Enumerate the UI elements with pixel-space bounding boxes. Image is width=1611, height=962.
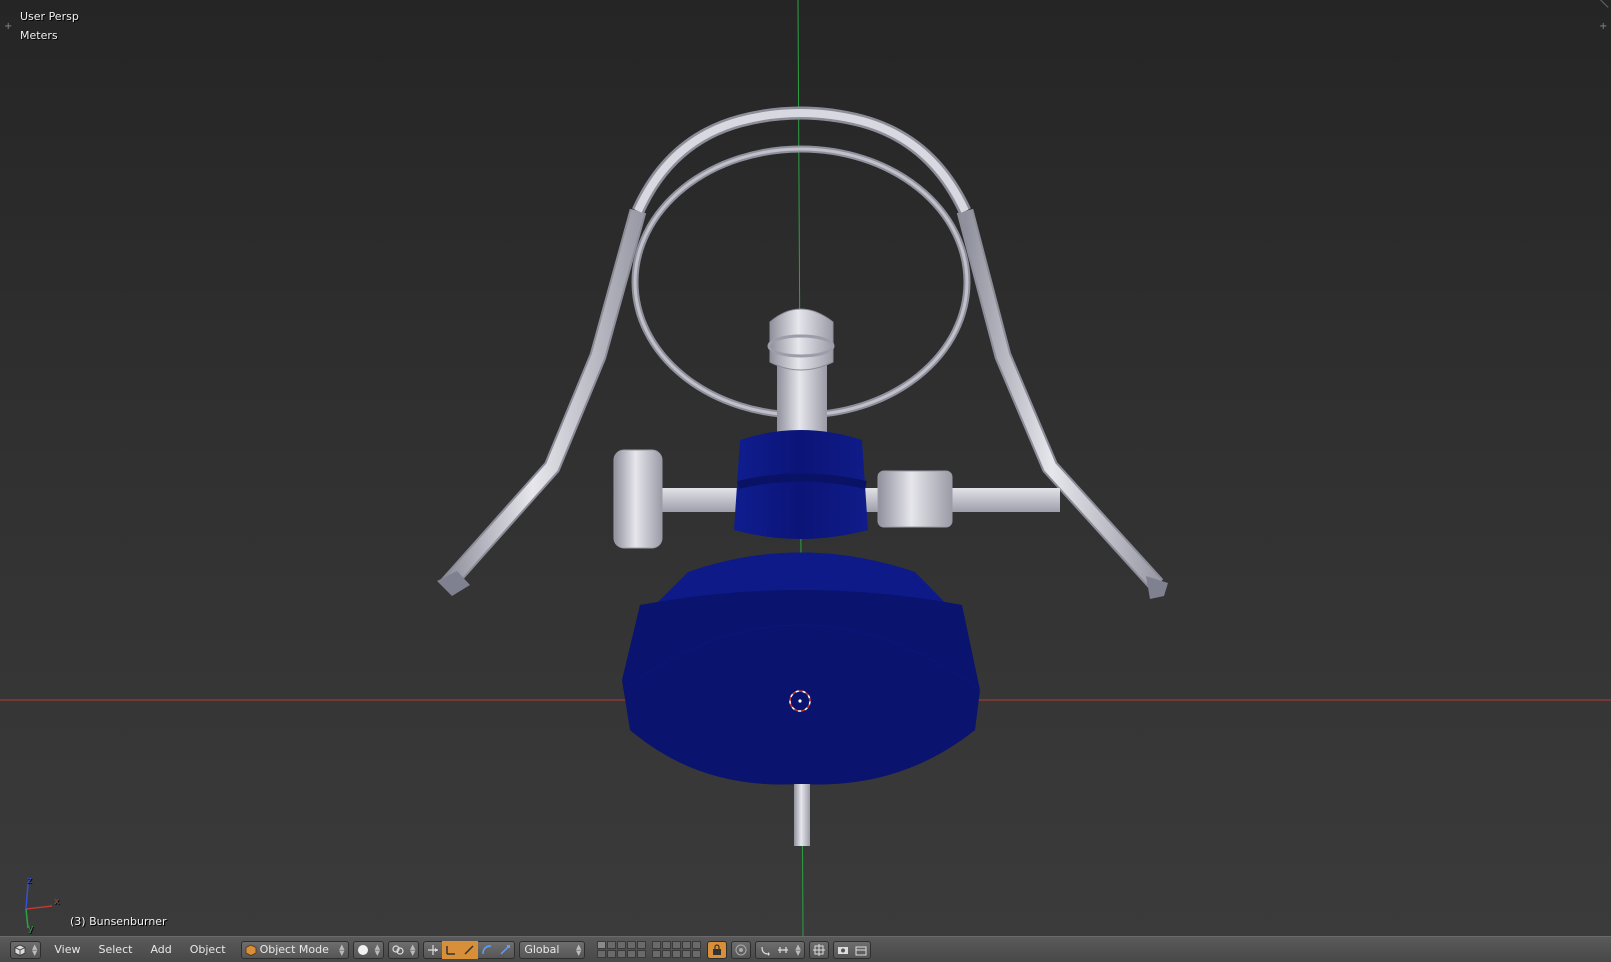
chevron-updown-icon: ▲ ▼ [575,942,582,957]
layer-buttons-group-2[interactable] [652,941,702,958]
layer-button[interactable] [672,941,682,949]
side-rod-right-knob [877,470,953,528]
snap-target-icon [810,941,828,959]
bottom-tube [794,784,810,846]
rotate-icon[interactable] [460,940,479,959]
layer-button[interactable] [652,941,662,949]
menu-view[interactable]: View [45,943,89,956]
lock-layer-icon [708,941,726,959]
editor-type-selector[interactable]: ▲ ▼ [10,940,42,959]
chevron-updown-icon: ▲ ▼ [339,942,345,957]
scale-icon[interactable] [478,941,496,959]
menu-select[interactable]: Select [90,943,142,956]
gizmo-x-label: x [54,897,60,907]
layer-button[interactable] [662,941,672,949]
layer-button[interactable] [607,941,617,949]
layer-button[interactable] [682,950,692,958]
transform-axis-icon[interactable] [496,941,514,959]
chevron-updown-icon: ▲ ▼ [374,942,380,957]
proportional-edit-icon [732,941,750,959]
layer-button[interactable] [652,950,662,958]
proportional-edit-button[interactable] [731,940,752,959]
viewport-header: ▲ ▼ View Select Add Object Object Mode ▲ ▼… [0,936,1611,962]
burner-base [622,590,980,785]
active-object-label: (3) Bunsenburner [70,915,167,928]
layer-button[interactable] [692,941,702,949]
layer-button[interactable] [597,941,607,949]
layer-button[interactable] [682,941,692,949]
viewport-shading-selector[interactable]: ▲ ▼ [352,940,384,959]
layer-button[interactable] [607,950,617,958]
orientation-label: Global [524,943,560,956]
menu-object[interactable]: Object [181,943,235,956]
layer-button[interactable] [627,941,637,949]
layer-button[interactable] [692,950,702,958]
lock-layer-button[interactable] [707,940,728,959]
region-split-corner-right[interactable]: + [1599,22,1607,32]
gizmo-z-label: z [27,876,32,886]
layer-button[interactable] [662,950,672,958]
3d-view-icon [11,941,29,959]
snap-target-button[interactable] [808,940,829,959]
layer-button[interactable] [617,950,627,958]
solid-sphere-icon [354,941,372,959]
snap-group: ▲ ▼ [755,940,805,959]
layer-button[interactable] [637,950,647,958]
render-buttons [832,940,871,959]
layer-button[interactable] [637,941,647,949]
3d-viewport[interactable]: + + User Persp Meters (3) Bunsenburner x… [0,0,1611,936]
render-opengl-icon[interactable] [834,941,852,959]
snap-icon[interactable] [756,941,774,959]
manipulator-group [423,940,516,959]
mode-selector[interactable]: Object Mode ▲ ▼ [240,940,349,959]
pivot-point-selector[interactable]: ▲ ▼ [387,940,420,959]
chevron-updown-icon: ▲ ▼ [409,942,416,957]
snap-element-icon[interactable] [774,941,792,959]
menu-add[interactable]: Add [141,943,180,956]
chevron-updown-icon: ▲ ▼ [795,942,801,957]
stand-ring-arc-highlight [634,109,969,213]
side-rod-left-end [613,449,663,549]
chevron-updown-icon: ▲ ▼ [32,942,38,957]
layer-button[interactable] [627,950,637,958]
object-cube-icon [242,941,260,959]
render-anim-icon[interactable] [852,941,870,959]
layer-button[interactable] [597,950,607,958]
region-split-corner-left[interactable]: + [4,22,12,32]
scene-canvas[interactable] [0,0,1611,936]
orientation-selector[interactable]: Global ▲ ▼ [519,940,586,959]
gizmo-y-label: y [28,924,34,934]
pivot-icon [389,941,407,959]
layer-button[interactable] [617,941,627,949]
layer-button[interactable] [672,950,682,958]
stand-ring-arc [632,106,971,214]
mode-label: Object Mode [259,943,329,956]
view-name-label: User Persp [20,10,79,23]
axis-gizmo [25,883,53,929]
layer-buttons-group-1[interactable] [597,941,647,958]
translate-icon[interactable] [442,940,461,959]
units-label: Meters [20,29,58,42]
manipulator-toggle-icon[interactable] [424,941,442,959]
